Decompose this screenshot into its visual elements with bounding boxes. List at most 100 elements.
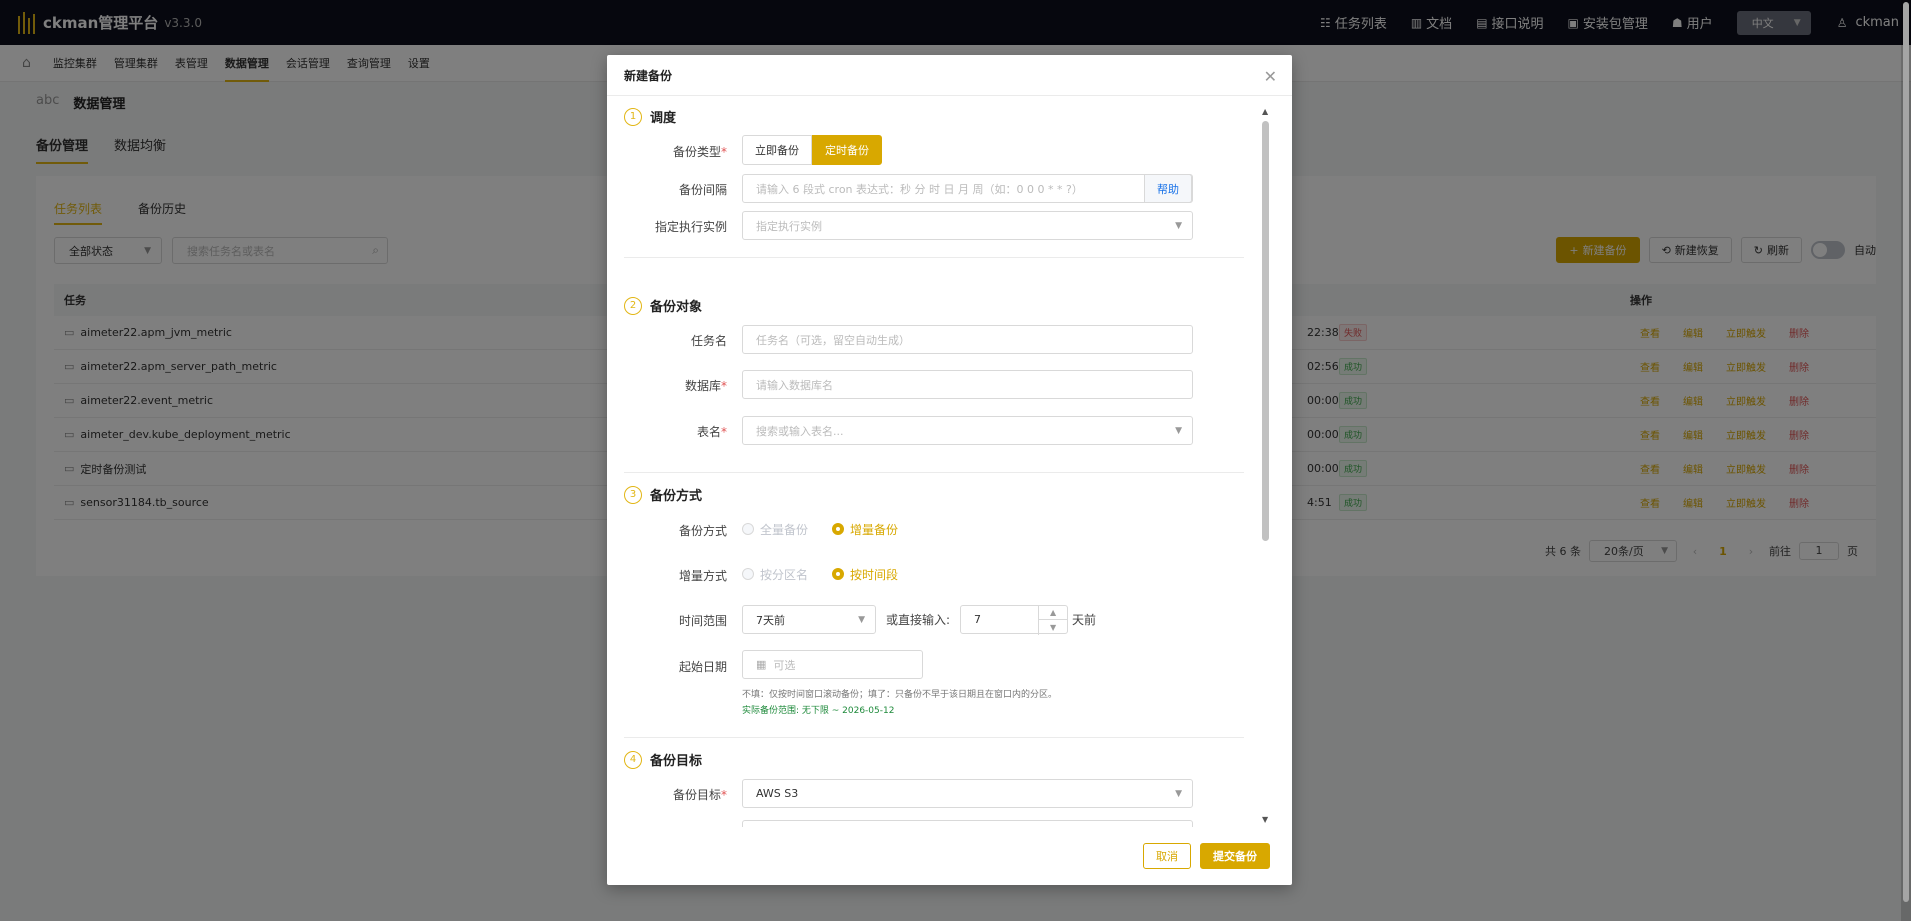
dialog-header: 新建备份 ✕ xyxy=(607,55,1292,96)
by-partition-radio[interactable]: 按分区名 xyxy=(742,566,808,583)
instance-label: 指定执行实例 xyxy=(654,220,727,234)
scrollbar-thumb[interactable] xyxy=(1262,121,1269,541)
cancel-button[interactable]: 取消 xyxy=(1143,843,1191,869)
cron-placeholder: 请输入 6 段式 cron 表达式：秒 分 时 日 月 周（如：0 0 0 * … xyxy=(756,182,1083,196)
section-divider xyxy=(624,472,1244,473)
section-number: 2 xyxy=(624,296,642,315)
days-unit: 天前 xyxy=(1072,613,1097,627)
immediate-backup-option[interactable]: 立即备份 xyxy=(742,135,812,165)
database-placeholder: 请输入数据库名 xyxy=(756,378,833,392)
required-mark: * xyxy=(721,425,727,439)
required-mark: * xyxy=(721,379,727,393)
start-date-hint: 不填：仅按时间窗口滚动备份；填了：只备份不早于该日期且在窗口内的分区。 xyxy=(742,690,1058,700)
task-name-input[interactable]: 任务名（可选，留空自动生成） xyxy=(742,325,1193,354)
section-title: 备份方式 xyxy=(650,489,703,504)
time-range-select[interactable]: 7天前 ▼ xyxy=(742,605,876,634)
instance-placeholder: 指定执行实例 xyxy=(756,219,822,233)
radio-circle xyxy=(742,523,754,535)
section-schedule: 1 调度 xyxy=(624,107,676,126)
by-time-radio[interactable]: 按时间段 xyxy=(832,566,898,583)
instance-select[interactable]: 指定执行实例 ▼ xyxy=(742,211,1193,240)
table-name-placeholder: 搜索或输入表名... xyxy=(756,424,844,438)
chevron-down-icon: ▼ xyxy=(1175,220,1182,231)
radio-circle xyxy=(832,568,845,580)
chevron-down-icon: ▼ xyxy=(1175,425,1182,436)
radio-label: 全量备份 xyxy=(760,522,809,537)
dialog-footer: 取消 提交备份 xyxy=(607,827,1292,885)
section-divider xyxy=(624,737,1244,738)
target-value: AWS S3 xyxy=(756,787,799,800)
decrement-icon[interactable]: ▼ xyxy=(1039,620,1067,634)
radio-circle xyxy=(832,523,845,535)
days-value: 7 xyxy=(974,613,982,626)
label-text: 备份类型 xyxy=(672,145,721,159)
close-icon[interactable]: ✕ xyxy=(1264,67,1277,86)
table-name-label: 表名* xyxy=(607,423,727,440)
submit-backup-button[interactable]: 提交备份 xyxy=(1200,843,1270,869)
radio-label: 按时间段 xyxy=(850,567,899,582)
page-scrollbar-thumb[interactable] xyxy=(1903,2,1909,902)
start-date-placeholder: 可选 xyxy=(773,658,796,672)
new-backup-dialog: 新建备份 ✕ 1 调度 备份类型* 立即备份 定时备份 备份间隔 请输入 6 段式… xyxy=(607,55,1292,885)
target-select[interactable]: AWS S3 ▼ xyxy=(742,779,1193,808)
start-date-label: 起始日期 xyxy=(678,660,727,674)
table-name-field: 搜索或输入表名... ▼ xyxy=(742,416,1193,445)
dialog-title: 新建备份 xyxy=(624,68,673,83)
backup-type-label: 备份类型* xyxy=(607,143,727,160)
scheduled-backup-option[interactable]: 定时备份 xyxy=(812,135,882,165)
days-stepper: ▲ ▼ xyxy=(1038,606,1068,635)
section-title: 备份对象 xyxy=(650,300,703,315)
task-name-field: 任务名（可选，留空自动生成） xyxy=(742,325,1193,354)
chevron-down-icon: ▼ xyxy=(1175,788,1182,799)
help-button[interactable]: 帮助 xyxy=(1144,174,1192,203)
method-radios: 全量备份 增量备份 xyxy=(742,518,898,540)
increment-icon[interactable]: ▲ xyxy=(1039,606,1068,620)
interval-label: 备份间隔 xyxy=(678,183,727,197)
cron-input[interactable]: 请输入 6 段式 cron 表达式：秒 分 时 日 月 周（如：0 0 0 * … xyxy=(742,174,1193,203)
time-range-field: 7天前 ▼ 或直接输入: 7 ▲ ▼ 天前 xyxy=(742,605,1097,635)
database-label: 数据库* xyxy=(607,377,727,394)
database-input[interactable]: 请输入数据库名 xyxy=(742,370,1193,399)
calendar-icon: ▦ xyxy=(756,658,767,671)
incremental-backup-radio[interactable]: 增量备份 xyxy=(832,521,898,538)
required-mark: * xyxy=(721,145,727,159)
full-backup-radio[interactable]: 全量备份 xyxy=(742,521,808,538)
page-scrollbar[interactable] xyxy=(1901,0,1911,921)
time-range-value: 7天前 xyxy=(756,613,785,627)
scroll-down-icon[interactable]: ▼ xyxy=(1262,815,1268,824)
chevron-down-icon: ▼ xyxy=(858,614,865,625)
radio-circle xyxy=(742,568,754,580)
section-number: 1 xyxy=(624,107,642,126)
label-text: 表名 xyxy=(696,425,721,439)
section-target: 4 备份目标 xyxy=(624,750,702,769)
time-range-label: 时间范围 xyxy=(678,614,727,628)
dialog-scrollbar[interactable]: ▲ ▼ xyxy=(1262,107,1270,824)
hidden-input[interactable] xyxy=(742,820,1193,827)
backup-type-segment: 立即备份 定时备份 xyxy=(742,135,882,165)
direct-input-label: 或直接输入: xyxy=(886,613,951,627)
radio-label: 按分区名 xyxy=(760,567,809,582)
interval-field: 请输入 6 段式 cron 表达式：秒 分 时 日 月 周（如：0 0 0 * … xyxy=(742,174,1193,203)
instance-field: 指定执行实例 ▼ xyxy=(742,211,1193,240)
inc-method-label: 增量方式 xyxy=(678,569,727,583)
section-number: 3 xyxy=(624,485,642,504)
section-method: 3 备份方式 xyxy=(624,485,702,504)
radio-label: 增量备份 xyxy=(850,522,899,537)
table-name-select[interactable]: 搜索或输入表名... ▼ xyxy=(742,416,1193,445)
days-input[interactable]: 7 ▲ ▼ xyxy=(960,605,1069,635)
section-object: 2 备份对象 xyxy=(624,296,702,315)
target-field: AWS S3 ▼ xyxy=(742,779,1193,808)
label-text: 备份目标 xyxy=(672,788,721,802)
start-date-field: ▦ 可选 xyxy=(742,650,923,679)
start-date-input[interactable]: ▦ 可选 xyxy=(742,650,923,679)
required-mark: * xyxy=(721,788,727,802)
dialog-body: 1 调度 备份类型* 立即备份 定时备份 备份间隔 请输入 6 段式 cron 表… xyxy=(607,97,1292,827)
task-name-placeholder: 任务名（可选，留空自动生成） xyxy=(756,333,910,347)
inc-method-radios: 按分区名 按时间段 xyxy=(742,563,898,585)
section-divider xyxy=(624,257,1244,258)
section-number: 4 xyxy=(624,750,642,769)
section-title: 备份目标 xyxy=(650,754,703,769)
label-text: 数据库 xyxy=(684,379,721,393)
target-label: 备份目标* xyxy=(607,786,727,803)
scroll-up-icon[interactable]: ▲ xyxy=(1262,107,1268,116)
